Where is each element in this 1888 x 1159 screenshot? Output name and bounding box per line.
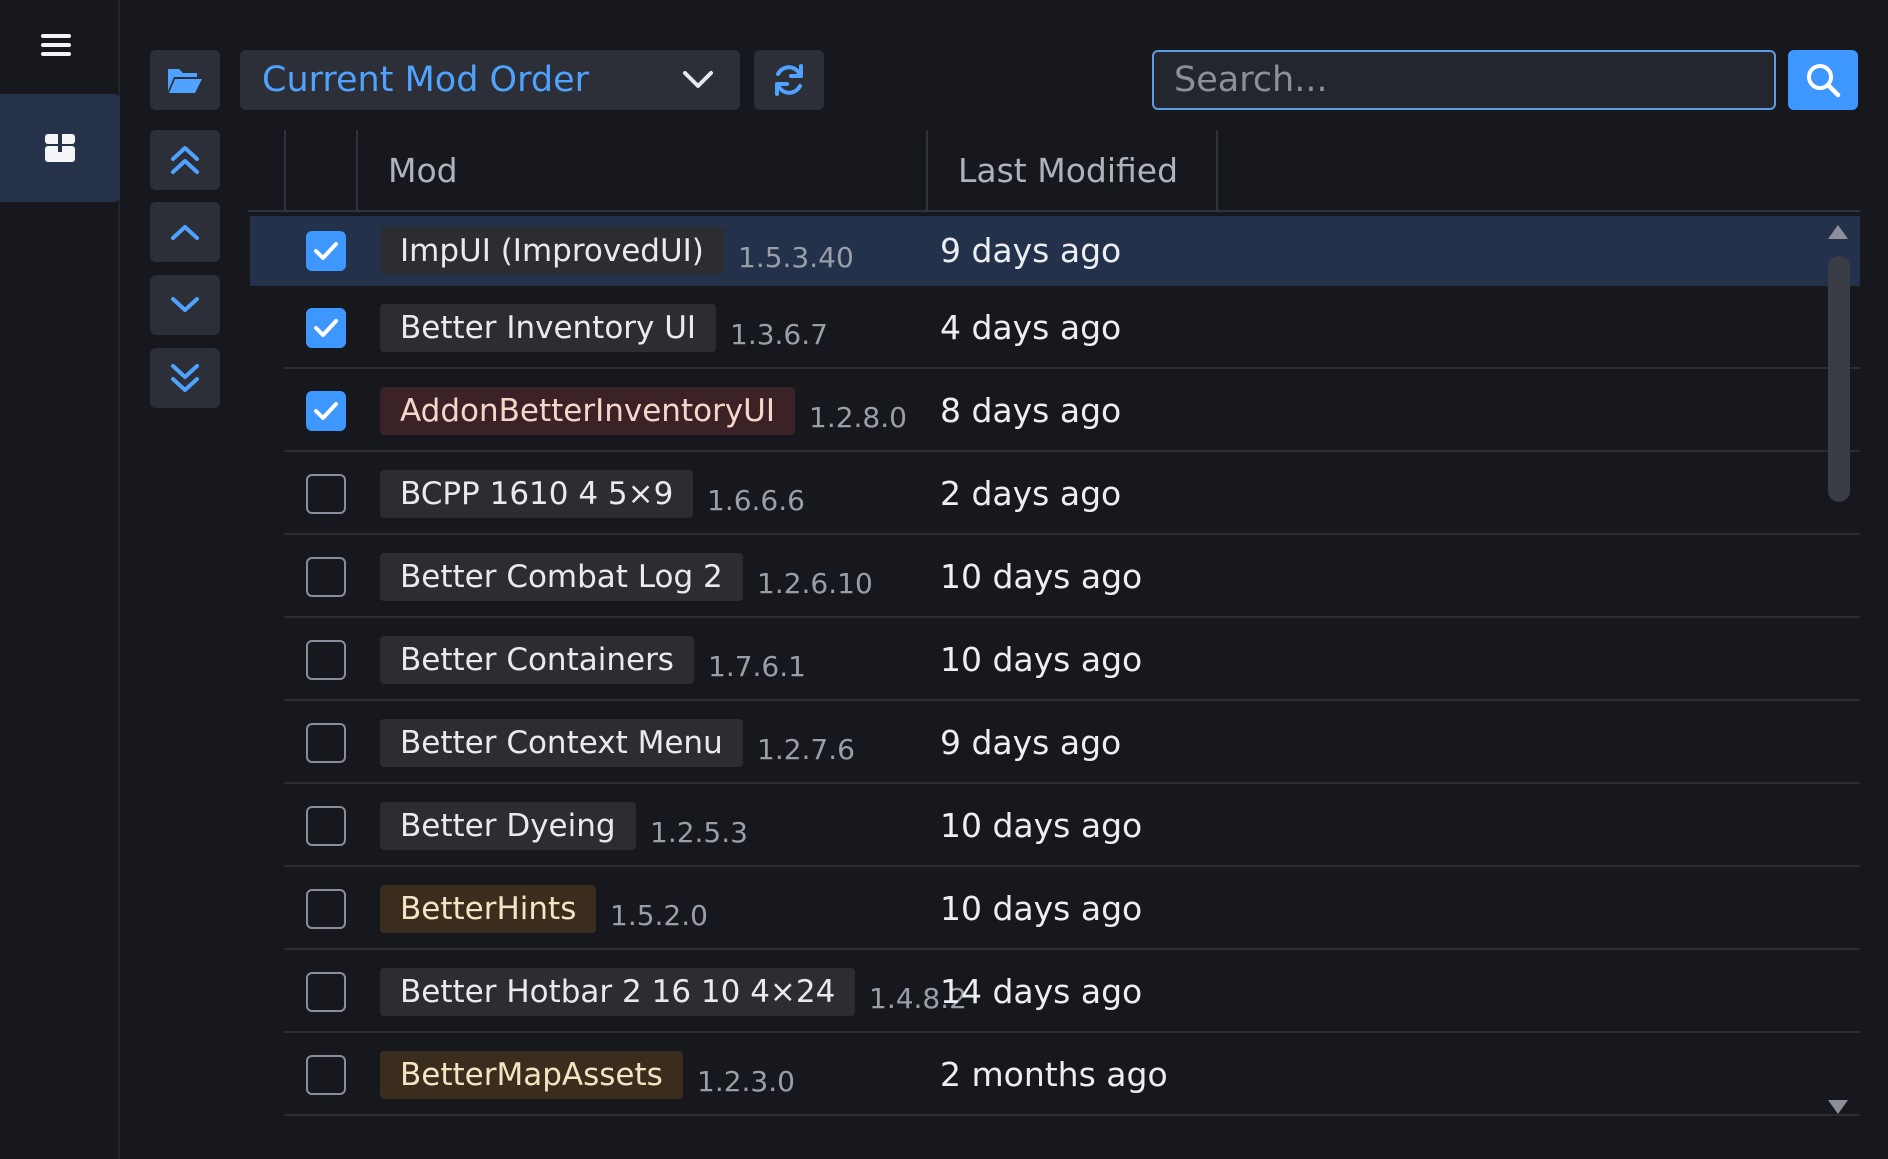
mod-name-tag[interactable]: BCPP 1610 4 5×9 <box>380 469 694 518</box>
mod-last-modified: 10 days ago <box>940 556 1143 596</box>
chevron-down-icon <box>171 297 199 312</box>
mod-last-modified: 10 days ago <box>940 639 1143 679</box>
mod-last-modified: 10 days ago <box>940 805 1143 845</box>
mod-enabled-checkbox[interactable] <box>306 1054 346 1095</box>
mod-name-tag[interactable]: ImpUI (ImprovedUI) <box>380 227 724 275</box>
mod-version: 1.5.3.40 <box>738 241 854 274</box>
scrollbar-thumb[interactable] <box>1828 256 1850 502</box>
double-chevron-down-icon <box>171 364 199 392</box>
package-icon <box>45 134 75 162</box>
chevron-down-icon <box>682 70 714 90</box>
mod-table: Mod Last Modified ImpUI (ImprovedUI) 1.5.… <box>248 130 1860 1130</box>
search-field-wrapper <box>1152 50 1776 110</box>
table-row[interactable]: Better Inventory UI 1.3.6.7 4 days ago <box>284 286 1860 369</box>
mod-last-modified: 2 months ago <box>940 1054 1168 1094</box>
header-last-modified[interactable]: Last Modified <box>928 130 1218 210</box>
mod-enabled-checkbox[interactable] <box>306 231 346 271</box>
checkmark-icon <box>314 318 338 337</box>
mod-last-modified: 10 days ago <box>940 888 1143 928</box>
mod-name-tag[interactable]: Better Context Menu <box>380 718 743 767</box>
checkmark-icon <box>314 242 338 260</box>
profile-dropdown[interactable]: Current Mod Order <box>240 50 740 110</box>
move-to-top-button[interactable] <box>150 130 220 190</box>
mod-version: 1.5.2.0 <box>610 898 708 932</box>
mod-last-modified: 9 days ago <box>940 231 1122 270</box>
table-row[interactable]: Better Containers 1.7.6.1 10 days ago <box>284 618 1860 701</box>
mod-version: 1.2.8.0 <box>809 400 907 434</box>
mod-name-tag[interactable]: AddonBetterInventoryUI <box>380 386 795 435</box>
mod-last-modified: 9 days ago <box>940 722 1122 762</box>
mod-name-tag[interactable]: Better Combat Log 2 <box>380 552 743 601</box>
table-row[interactable]: BCPP 1610 4 5×9 1.6.6.6 2 days ago <box>284 452 1860 535</box>
table-row[interactable]: AddonBetterInventoryUI 1.2.8.0 8 days ago <box>284 369 1860 452</box>
mod-enabled-checkbox[interactable] <box>306 556 346 597</box>
hamburger-icon[interactable] <box>38 30 74 66</box>
table-row[interactable]: BetterMapAssets 1.2.3.0 2 months ago <box>284 1033 1860 1116</box>
mod-name-tag[interactable]: Better Containers <box>380 635 694 684</box>
mod-version: 1.7.6.1 <box>708 649 806 683</box>
search-button[interactable] <box>1788 50 1858 110</box>
mod-name-tag[interactable]: Better Dyeing <box>380 801 636 850</box>
mod-last-modified: 4 days ago <box>940 307 1122 347</box>
mod-enabled-checkbox[interactable] <box>306 639 346 680</box>
table-row[interactable]: BetterHints 1.5.2.0 10 days ago <box>284 867 1860 950</box>
move-to-bottom-button[interactable] <box>150 348 220 408</box>
mod-enabled-checkbox[interactable] <box>306 473 346 514</box>
mod-name-tag[interactable]: BetterMapAssets <box>380 1050 683 1099</box>
sidebar-item-mods[interactable] <box>0 94 120 202</box>
mod-manager-window: Current Mod Order Search... Mod Last Mod… <box>0 0 1888 1159</box>
mod-enabled-checkbox[interactable] <box>306 722 346 763</box>
mod-version: 1.2.6.10 <box>757 566 873 600</box>
header-checkbox-column <box>284 130 358 210</box>
mod-enabled-checkbox[interactable] <box>306 307 346 348</box>
mod-version: 1.6.6.6 <box>707 483 805 517</box>
table-row[interactable]: Better Combat Log 2 1.2.6.10 10 days ago <box>284 535 1860 618</box>
open-folder-button[interactable] <box>150 50 220 110</box>
mod-version: 1.2.7.6 <box>757 732 855 766</box>
table-row[interactable]: ImpUI (ImprovedUI) 1.5.3.40 9 days ago <box>250 216 1860 286</box>
mod-version: 1.2.3.0 <box>697 1064 795 1098</box>
table-header: Mod Last Modified <box>248 130 1860 212</box>
mod-version: 1.2.5.3 <box>650 815 748 849</box>
checkmark-icon <box>314 401 338 420</box>
mod-enabled-checkbox[interactable] <box>306 971 346 1012</box>
mod-enabled-checkbox[interactable] <box>306 390 346 431</box>
mod-enabled-checkbox[interactable] <box>306 805 346 846</box>
folder-open-icon <box>168 69 202 93</box>
double-chevron-up-icon <box>171 146 199 174</box>
mod-enabled-checkbox[interactable] <box>306 888 346 929</box>
refresh-icon <box>775 64 803 96</box>
mod-last-modified: 8 days ago <box>940 390 1122 430</box>
mod-name-tag[interactable]: Better Hotbar 2 16 10 4×24 <box>380 967 856 1016</box>
mod-last-modified: 2 days ago <box>940 473 1122 513</box>
header-mod[interactable]: Mod <box>358 130 928 210</box>
refresh-button[interactable] <box>754 50 824 110</box>
mod-name-tag[interactable]: Better Inventory UI <box>380 303 717 352</box>
mod-last-modified: 14 days ago <box>940 971 1143 1011</box>
left-sidebar <box>0 0 120 1159</box>
chevron-up-icon <box>171 225 199 240</box>
mod-version: 1.3.6.7 <box>730 317 828 351</box>
profile-dropdown-label: Current Mod Order <box>262 60 589 100</box>
table-row[interactable]: Better Hotbar 2 16 10 4×24 1.4.8.2 14 days… <box>284 950 1860 1033</box>
table-row[interactable]: Better Context Menu 1.2.7.6 9 days ago <box>284 701 1860 784</box>
search-input[interactable] <box>1154 52 1774 108</box>
search-icon <box>1807 64 1841 98</box>
scroll-down-arrow-icon[interactable] <box>1826 1097 1850 1117</box>
mod-name-tag[interactable]: BetterHints <box>380 884 597 933</box>
move-up-button[interactable] <box>150 202 220 262</box>
scroll-up-arrow-icon[interactable] <box>1826 222 1850 242</box>
move-down-button[interactable] <box>150 275 220 335</box>
table-row[interactable]: Better Dyeing 1.2.5.3 10 days ago <box>284 784 1860 867</box>
